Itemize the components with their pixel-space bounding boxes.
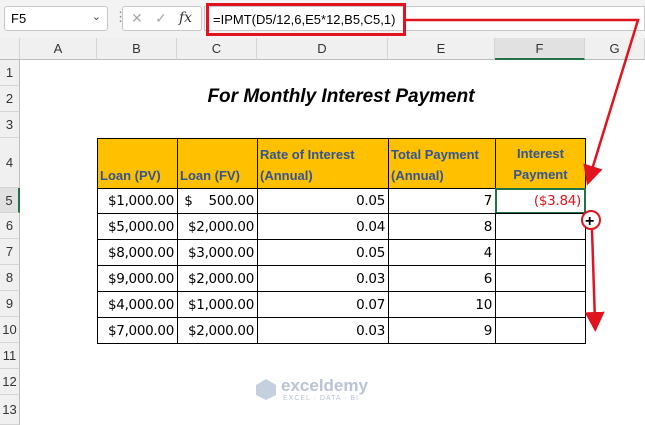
exceldemy-logo-icon (256, 379, 276, 400)
watermark-brand: exceldemy (281, 376, 368, 395)
arrow-drag-down (584, 229, 605, 332)
fill-handle-cursor-icon: + (585, 213, 594, 230)
watermark-tagline: EXCEL · DATA · BI (283, 395, 359, 402)
arrow-formula-to-cell (406, 18, 640, 186)
annotation-arrows: + (406, 18, 640, 332)
